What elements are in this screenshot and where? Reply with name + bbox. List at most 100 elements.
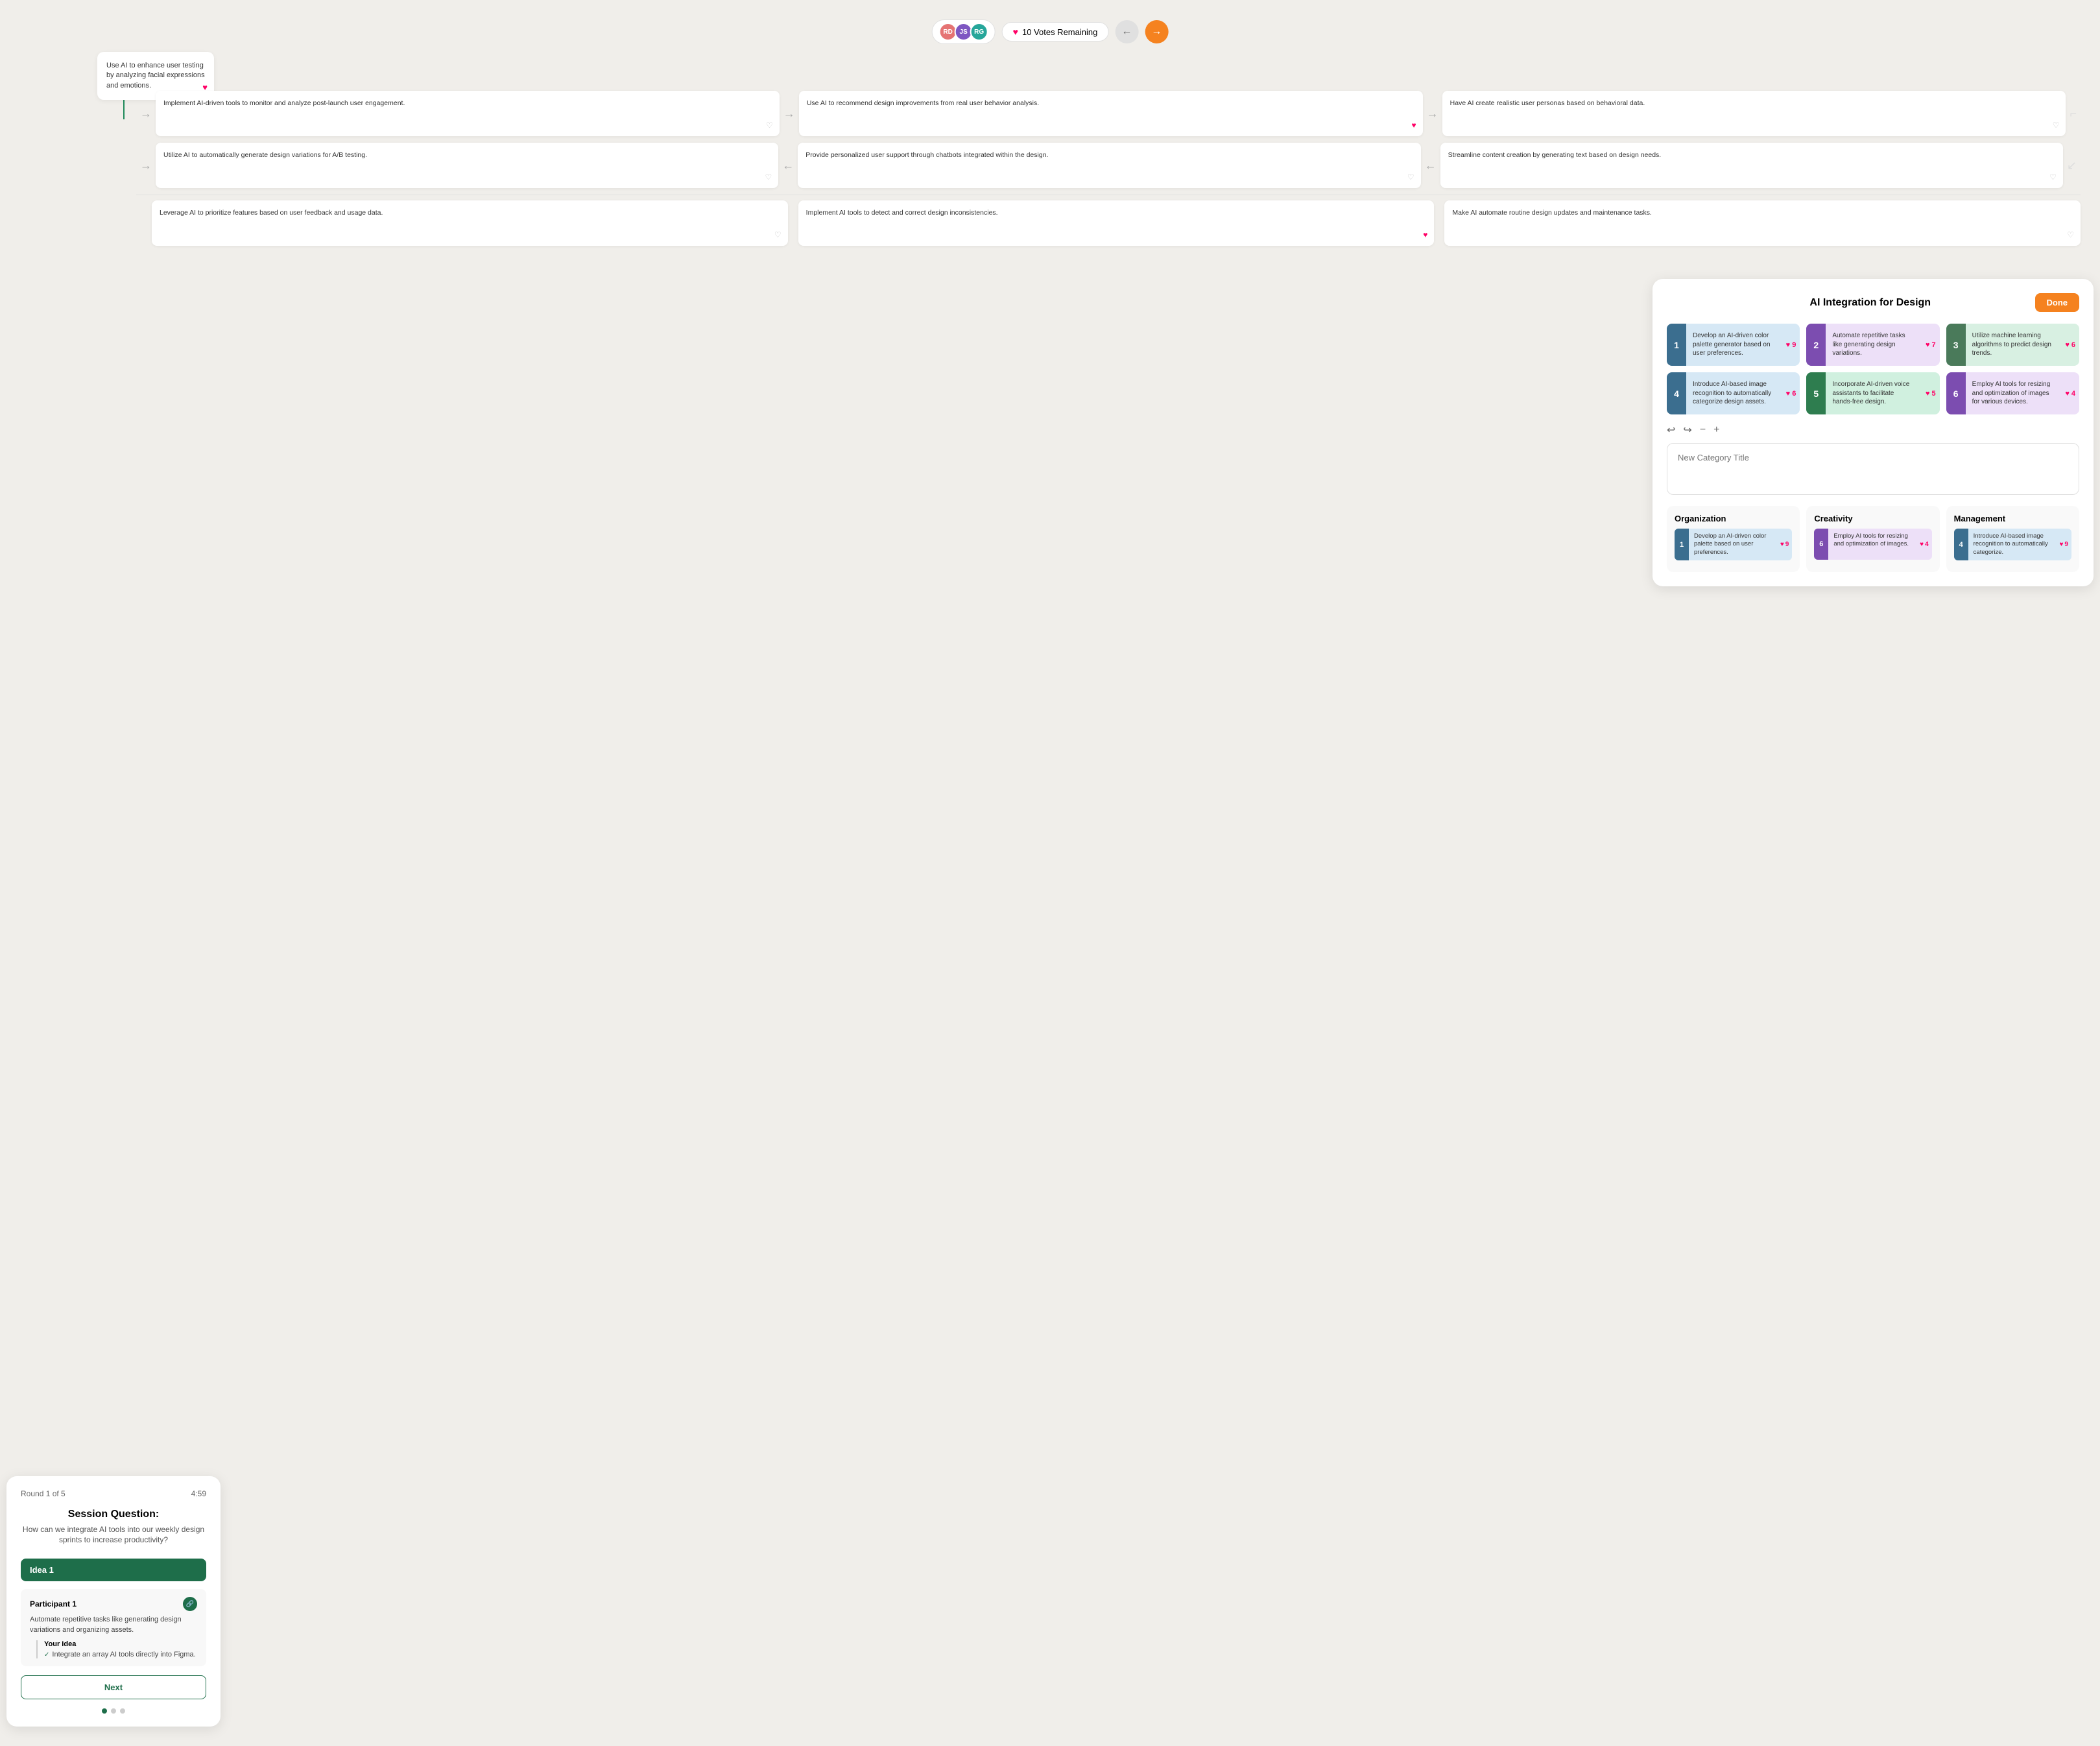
redo-button[interactable]: ↪	[1683, 424, 1691, 436]
card-3-2: Implement AI tools to detect and correct…	[798, 200, 1435, 246]
card-1-1-text: Implement AI-driven tools to monitor and…	[163, 99, 405, 107]
dot-2	[111, 1708, 116, 1714]
link-icon[interactable]: 🔗	[183, 1597, 197, 1611]
rank-content-2: Automate repetitive tasks like generatin…	[1826, 324, 1922, 366]
cat-management: Management 4 Introduce AI-based image re…	[1946, 506, 2079, 572]
session-question-text: How can we integrate AI tools into our w…	[21, 1524, 206, 1546]
arrow-1-2: →	[1423, 107, 1442, 121]
cat-management-item-1: 4 Introduce AI-based image recognition t…	[1954, 529, 2071, 560]
card-2-3: Streamline content creation by generatin…	[1440, 143, 2063, 188]
votes-pill: ♥ 10 Votes Remaining	[1002, 22, 1109, 42]
rank-num-6: 6	[1946, 372, 1966, 414]
card-1-2-heart[interactable]: ♥	[1412, 120, 1416, 131]
done-button[interactable]: Done	[2035, 293, 2080, 312]
your-idea-label: Your Idea	[44, 1640, 197, 1648]
card-2-1-heart[interactable]: ♡	[765, 172, 772, 183]
next-button[interactable]: →	[1145, 20, 1168, 43]
card-1-1-heart[interactable]: ♡	[766, 120, 773, 131]
rank-content-1: Develop an AI-driven color palette gener…	[1686, 324, 1782, 366]
avatar-rg: RG	[970, 23, 988, 41]
card-3-1-text: Leverage AI to prioritize features based…	[160, 209, 383, 217]
idea-block: Idea 1	[21, 1559, 206, 1581]
rank-num-4: 4	[1667, 372, 1686, 414]
rank-votes-3: ♥ 6	[2061, 336, 2079, 354]
cards-section: Use AI to enhance user testing by analyz…	[136, 58, 2081, 252]
ranked-card-4: 4 Introduce AI-based image recognition t…	[1667, 372, 1800, 414]
rank-votes-5: ♥ 5	[1922, 385, 1940, 403]
zoom-in-button[interactable]: +	[1713, 424, 1719, 436]
card-2-2: Provide personalized user support throug…	[798, 143, 1420, 188]
rank-num-5: 5	[1806, 372, 1826, 414]
cat-org-votes-1: ♥ 9	[1777, 538, 1793, 551]
rank-content-6: Employ AI tools for resizing and optimiz…	[1966, 372, 2062, 414]
card-3-1-heart[interactable]: ♡	[774, 230, 782, 241]
card-2-2-heart[interactable]: ♡	[1407, 172, 1414, 183]
undo-button[interactable]: ↩	[1667, 424, 1675, 436]
cat-creativity-num-1: 6	[1814, 529, 1828, 560]
ranked-card-5: 5 Incorporate AI-driven voice assistants…	[1806, 372, 1939, 414]
cat-creativity-votes-1: ♥ 4	[1916, 538, 1932, 551]
dot-3	[120, 1708, 125, 1714]
participant-text: Automate repetitive tasks like generatin…	[30, 1615, 197, 1635]
arrow-2-1: ←	[778, 159, 798, 173]
cat-org-num-1: 1	[1675, 529, 1689, 560]
cat-org-text-1: Develop an AI-driven color palette based…	[1689, 529, 1777, 560]
new-category-input[interactable]	[1667, 443, 2079, 495]
round-header: Round 1 of 5 4:59	[21, 1489, 206, 1498]
card-3-1: Leverage AI to prioritize features based…	[152, 200, 788, 246]
session-question: Session Question: How can we integrate A…	[21, 1509, 206, 1546]
cat-creativity-item-1: 6 Employ AI tools for resizing and optim…	[1814, 529, 1931, 560]
round-card: Round 1 of 5 4:59 Session Question: How …	[6, 1476, 221, 1727]
card-1-2-text: Use AI to recommend design improvements …	[807, 99, 1039, 107]
round-label: Round 1 of 5	[21, 1489, 66, 1498]
ai-panel-header: AI Integration for Design Done	[1667, 293, 2079, 312]
card-row-1: → Implement AI-driven tools to monitor a…	[136, 91, 2081, 136]
cat-organization: Organization 1 Develop an AI-driven colo…	[1667, 506, 1800, 572]
rank-votes-6: ♥ 4	[2061, 385, 2079, 403]
rank-content-3: Utilize machine learning algorithms to p…	[1966, 324, 2062, 366]
cat-creativity: Creativity 6 Employ AI tools for resizin…	[1806, 506, 1939, 572]
bottom-categories: Organization 1 Develop an AI-driven colo…	[1667, 506, 2079, 572]
ai-panel: AI Integration for Design Done 1 Develop…	[1653, 279, 2094, 586]
card-row-2: → Utilize AI to automatically generate d…	[136, 143, 2081, 188]
rank-num-2: 2	[1806, 324, 1826, 366]
participant-block: Participant 1 🔗 Automate repetitive task…	[21, 1589, 206, 1666]
rank-votes-1: ♥ 9	[1782, 336, 1800, 354]
card-3-2-text: Implement AI tools to detect and correct…	[806, 209, 998, 217]
prev-button[interactable]: ←	[1115, 20, 1138, 43]
card-2-3-heart[interactable]: ♡	[2049, 172, 2057, 183]
next-button-round[interactable]: Next	[21, 1675, 206, 1699]
your-idea-text: Integrate an array AI tools directly int…	[44, 1651, 197, 1658]
rank-votes-2: ♥ 7	[1922, 336, 1940, 354]
card-1-3-heart[interactable]: ♡	[2053, 120, 2060, 131]
ranked-card-6: 6 Employ AI tools for resizing and optim…	[1946, 372, 2079, 414]
card-3-2-heart[interactable]: ♥	[1423, 230, 1427, 241]
card-2-3-text: Streamline content creation by generatin…	[1448, 151, 1662, 159]
arrow-2-3: ↙	[2063, 159, 2081, 173]
cat-management-votes-1: ♥ 9	[2056, 538, 2071, 551]
ranked-card-1: 1 Develop an AI-driven color palette gen…	[1667, 324, 1800, 366]
arrow-2-0: →	[136, 159, 156, 173]
card-1-3-text: Have AI create realistic user personas b…	[1450, 99, 1645, 107]
rank-votes-4: ♥ 6	[1782, 385, 1800, 403]
arrow-2-2: ←	[1421, 159, 1440, 173]
heart-icon: ♥	[1013, 27, 1018, 37]
progress-dots	[21, 1708, 206, 1714]
votes-label: 10 Votes Remaining	[1022, 27, 1097, 37]
dot-1	[102, 1708, 107, 1714]
session-question-title: Session Question:	[21, 1509, 206, 1520]
cat-org-item-1: 1 Develop an AI-driven color palette bas…	[1675, 529, 1792, 560]
avatar-group: RD JS RG	[932, 19, 996, 44]
zoom-out-button[interactable]: −	[1700, 424, 1706, 436]
card-row-3: Leverage AI to prioritize features based…	[136, 200, 2081, 246]
rank-content-5: Incorporate AI-driven voice assistants t…	[1826, 372, 1922, 414]
cat-creativity-title: Creativity	[1814, 514, 1931, 523]
ranked-card-2: 2 Automate repetitive tasks like generat…	[1806, 324, 1939, 366]
ranked-grid: 1 Develop an AI-driven color palette gen…	[1667, 324, 2079, 414]
card-2-2-text: Provide personalized user support throug…	[805, 151, 1048, 159]
cat-org-title: Organization	[1675, 514, 1792, 523]
card-1-2: Use AI to recommend design improvements …	[799, 91, 1423, 136]
rank-num-3: 3	[1946, 324, 1966, 366]
cat-management-text-1: Introduce AI-based image recognition to …	[1968, 529, 2057, 560]
card-3-3-heart[interactable]: ♡	[2067, 230, 2074, 241]
